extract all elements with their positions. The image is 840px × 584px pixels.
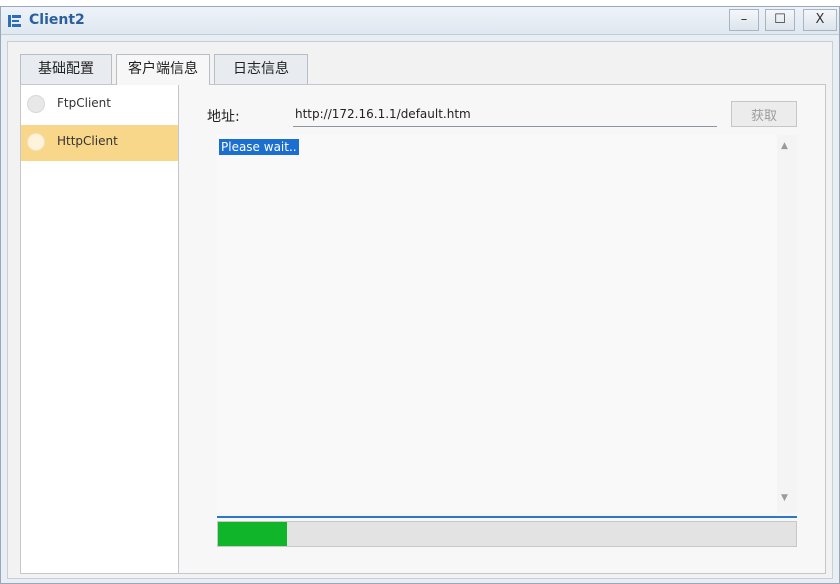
address-input[interactable]	[293, 101, 717, 127]
minimize-button[interactable]: –	[729, 9, 759, 31]
sidebar-item-ftpclient[interactable]: FtpClient	[21, 87, 178, 123]
client-area: 基础配置 客户端信息 日志信息 FtpClient HttpClient 地址:…	[7, 41, 833, 579]
client2-window: Client2 – ☐ X 基础配置 客户端信息 日志信息 FtpClient …	[0, 6, 840, 584]
client-type-list: FtpClient HttpClient	[21, 85, 179, 573]
address-label: 地址:	[207, 109, 240, 125]
progress-fill	[218, 522, 288, 546]
maximize-button[interactable]: ☐	[765, 9, 795, 31]
tab-basic-config[interactable]: 基础配置	[20, 54, 112, 84]
progress-bar	[217, 521, 797, 547]
tab-panel: FtpClient HttpClient 地址: 获取 Please wait.…	[20, 84, 826, 574]
response-content-area[interactable]: Please wait.. ▲ ▼	[217, 135, 797, 513]
tab-client-info[interactable]: 客户端信息	[116, 54, 210, 85]
window-title: Client2	[29, 12, 85, 28]
circle-icon	[27, 133, 45, 151]
circle-icon	[27, 95, 45, 113]
sidebar-item-label: HttpClient	[57, 134, 118, 148]
app-icon	[8, 15, 21, 27]
scroll-down-arrow-icon[interactable]: ▼	[781, 493, 788, 503]
vertical-scrollbar[interactable]: ▲ ▼	[777, 135, 797, 513]
close-button[interactable]: X	[803, 9, 837, 31]
sidebar-item-httpclient[interactable]: HttpClient	[21, 125, 178, 161]
tab-log-info[interactable]: 日志信息	[214, 54, 308, 84]
title-bar[interactable]: Client2 – ☐ X	[1, 7, 839, 35]
response-text: Please wait..	[219, 139, 299, 155]
scroll-up-arrow-icon[interactable]: ▲	[781, 141, 788, 151]
fetch-button[interactable]: 获取	[731, 101, 797, 127]
sidebar-item-label: FtpClient	[57, 96, 111, 110]
content-divider	[217, 516, 797, 518]
